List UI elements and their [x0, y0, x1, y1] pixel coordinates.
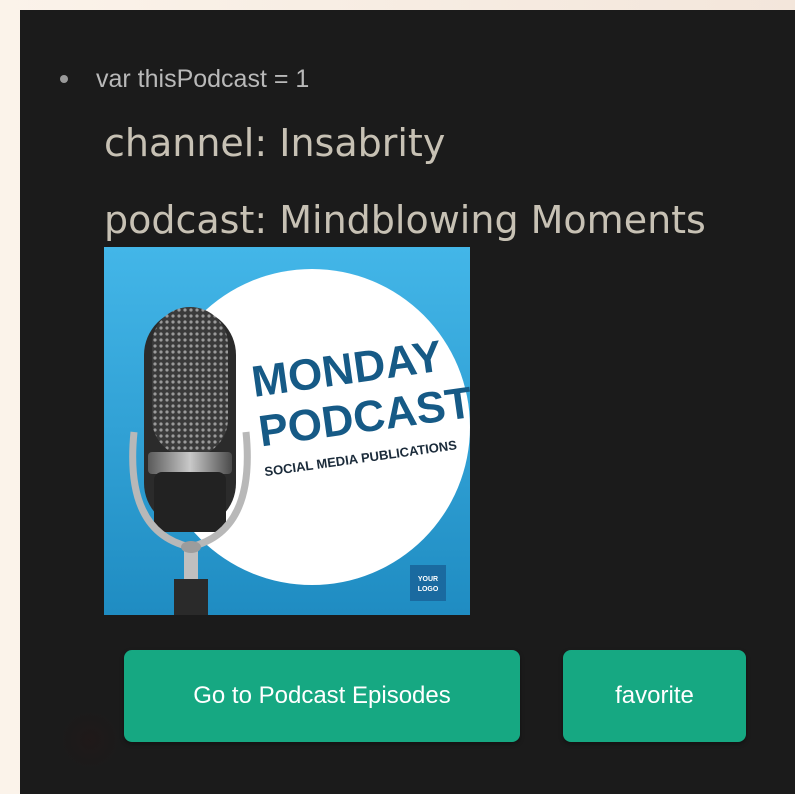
bullet-icon	[60, 75, 68, 83]
shadow-decoration	[60, 710, 120, 770]
var-line-text: var thisPodcast = 1	[96, 64, 310, 93]
podcast-name: podcast: Mindblowing Moments	[104, 198, 706, 242]
channel-name: channel: Insabrity	[104, 121, 446, 165]
go-to-episodes-button[interactable]: Go to Podcast Episodes	[124, 650, 520, 742]
podcast-list-item: var thisPodcast = 1	[60, 62, 309, 96]
podcast-cover-image: MONDAY PODCAST SOCIAL MEDIA PUBLICATIONS…	[104, 247, 470, 615]
page: var thisPodcast = 1 channel: Insabrity p…	[0, 0, 795, 794]
your-logo-badge: YOUR LOGO	[410, 565, 446, 601]
logo-text-2: LOGO	[418, 586, 439, 593]
logo-text-1: YOUR	[418, 576, 438, 583]
favorite-button[interactable]: favorite	[563, 650, 746, 742]
podcast-card: var thisPodcast = 1 channel: Insabrity p…	[20, 10, 795, 794]
